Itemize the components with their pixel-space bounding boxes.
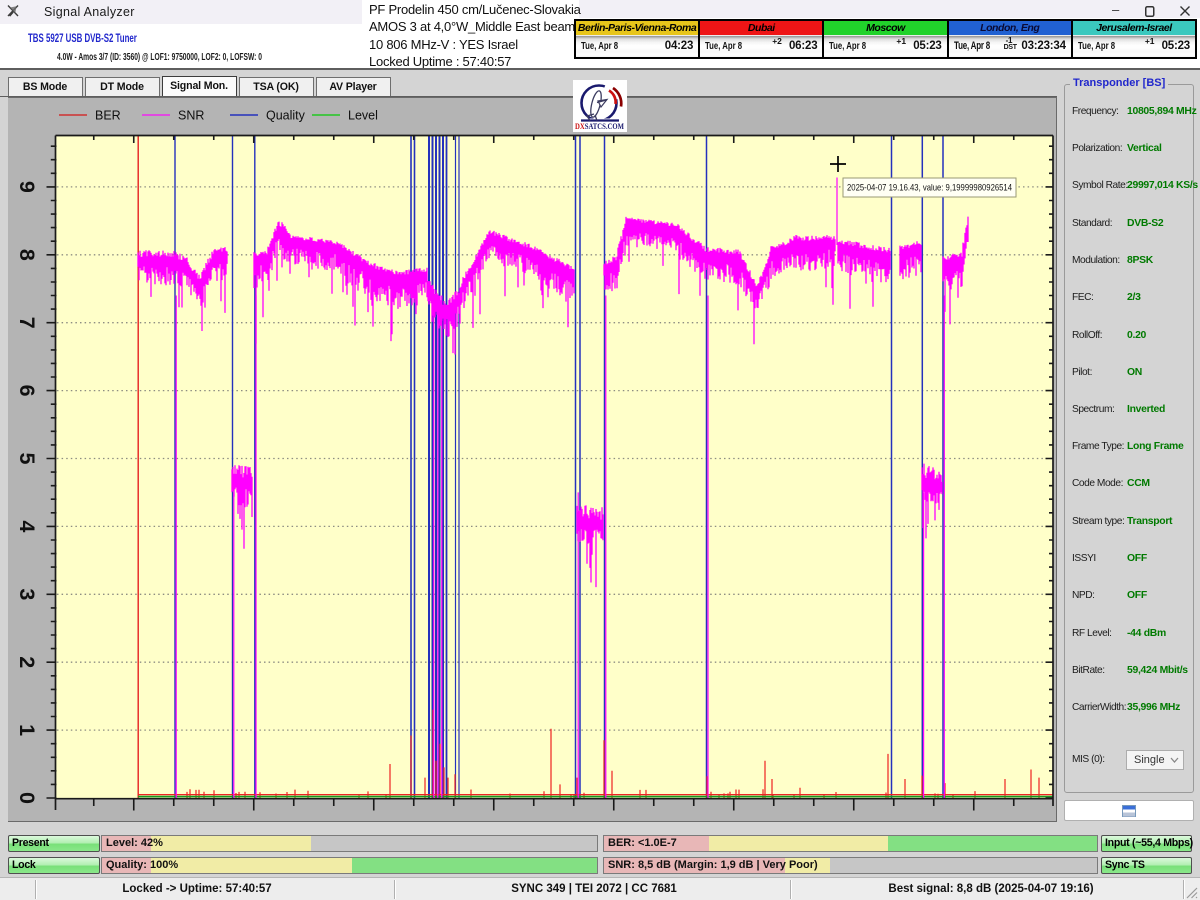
svg-text:Quality: Quality xyxy=(266,109,306,123)
svg-text:5: 5 xyxy=(15,453,39,465)
svg-text:SNR: SNR xyxy=(178,109,204,123)
svg-text:3: 3 xyxy=(15,588,39,600)
svg-text:7: 7 xyxy=(15,317,39,329)
svg-text:2025-04-07 19.16.43, value: 9,: 2025-04-07 19.16.43, value: 9,1999998092… xyxy=(847,183,1012,193)
svg-text:4: 4 xyxy=(15,520,39,532)
svg-text:Level: Level xyxy=(348,109,378,123)
svg-text:6: 6 xyxy=(15,385,39,397)
svg-text:DXSATCS.COM: DXSATCS.COM xyxy=(575,122,624,131)
svg-text:0: 0 xyxy=(15,792,39,804)
svg-text:8: 8 xyxy=(15,249,39,261)
svg-text:9: 9 xyxy=(15,181,39,193)
svg-text:2: 2 xyxy=(15,656,39,668)
svg-text:BER: BER xyxy=(95,109,121,123)
svg-text:1: 1 xyxy=(15,724,39,736)
